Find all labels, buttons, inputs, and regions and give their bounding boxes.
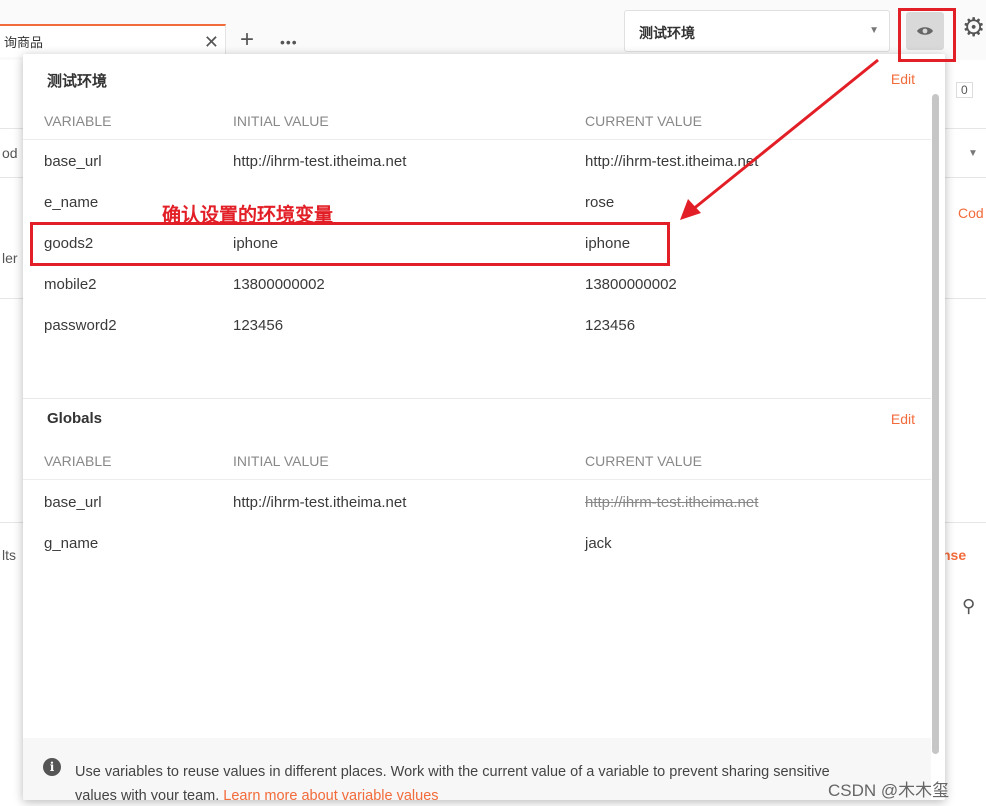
table-row: e_name rose [23,183,931,224]
gear-icon[interactable]: ⚙ [962,14,985,40]
search-icon[interactable]: ⚲ [962,596,975,617]
environment-table-header: VARIABLE INITIAL VALUE CURRENT VALUE [23,102,931,140]
globals-section-header: Globals Edit [23,394,931,442]
edit-environment-link[interactable]: Edit [891,71,915,87]
column-header-current-value: CURRENT VALUE [585,453,702,469]
current-value: 13800000002 [585,276,677,293]
learn-more-link[interactable]: Learn more about variable values [223,788,438,800]
background-fragment: od [2,145,18,161]
column-header-initial-value: INITIAL VALUE [233,113,329,129]
current-value: http://ihrm-test.itheima.net [585,494,759,511]
current-value: 123456 [585,317,636,334]
popup-scrollbar[interactable] [932,94,939,754]
table-row: password2 123456 123456 [23,306,931,347]
table-row: g_name jack [23,524,931,565]
annotation-highlight-box [30,222,670,266]
initial-value: 123456 [233,317,284,334]
column-header-current-value: CURRENT VALUE [585,113,702,129]
environment-section-header: 测试环境 Edit [23,54,931,102]
initial-value: http://ihrm-test.itheima.net [233,494,407,511]
globals-table-header: VARIABLE INITIAL VALUE CURRENT VALUE [23,442,931,480]
footer-description: Use variables to reuse values in differe… [75,764,830,800]
chevron-down-icon: ▼ [968,148,978,159]
current-value: rose [585,194,615,211]
column-header-variable: VARIABLE [44,113,112,129]
table-row: base_url http://ihrm-test.itheima.net ht… [23,483,931,524]
variable-name: mobile2 [44,276,97,293]
initial-value: 13800000002 [233,276,325,293]
globals-section-title: Globals [47,410,103,427]
column-header-variable: VARIABLE [44,453,112,469]
background-fragment: ler [2,250,18,266]
info-icon: i [43,758,61,776]
environment-select-value: 测试环境 [639,25,695,41]
initial-value: http://ihrm-test.itheima.net [233,153,407,170]
table-row: mobile2 13800000002 13800000002 [23,265,931,306]
popup-footer: i Use variables to reuse values in diffe… [23,738,931,800]
background-fragment: nse [942,547,967,563]
column-header-initial-value: INITIAL VALUE [233,453,329,469]
annotation-label: 确认设置的环境变量 [162,205,334,226]
edit-globals-link[interactable]: Edit [891,411,915,427]
add-tab-icon[interactable]: + [240,28,254,52]
current-value: jack [585,535,612,552]
variable-name: base_url [44,153,102,170]
request-tab[interactable]: 询商品 ✕ [0,24,226,57]
environment-select[interactable]: 测试环境 ▼ [624,10,890,52]
annotation-highlight-box [898,8,956,62]
background-fragment: lts [2,547,16,563]
variable-name: password2 [44,317,117,334]
variable-name: g_name [44,535,99,552]
variable-name: base_url [44,494,102,511]
table-row: base_url http://ihrm-test.itheima.net ht… [23,142,931,183]
watermark: CSDN @木木玺 [828,781,950,800]
close-icon[interactable]: ✕ [204,32,219,53]
variable-name: e_name [44,194,99,211]
background-fragment: 0 [956,82,973,98]
chevron-down-icon: ▼ [869,25,879,36]
footer-text: Use variables to reuse values in differe… [75,760,865,800]
environment-section-title: 测试环境 [47,73,108,90]
current-value: http://ihrm-test.itheima.net [585,153,759,170]
environment-quick-look-popup: 测试环境 Edit VARIABLE INITIAL VALUE CURRENT… [23,54,945,800]
more-tabs-icon[interactable]: ••• [280,34,298,50]
request-tab-label: 询商品 [4,35,44,50]
background-fragment: Cod [958,205,984,221]
